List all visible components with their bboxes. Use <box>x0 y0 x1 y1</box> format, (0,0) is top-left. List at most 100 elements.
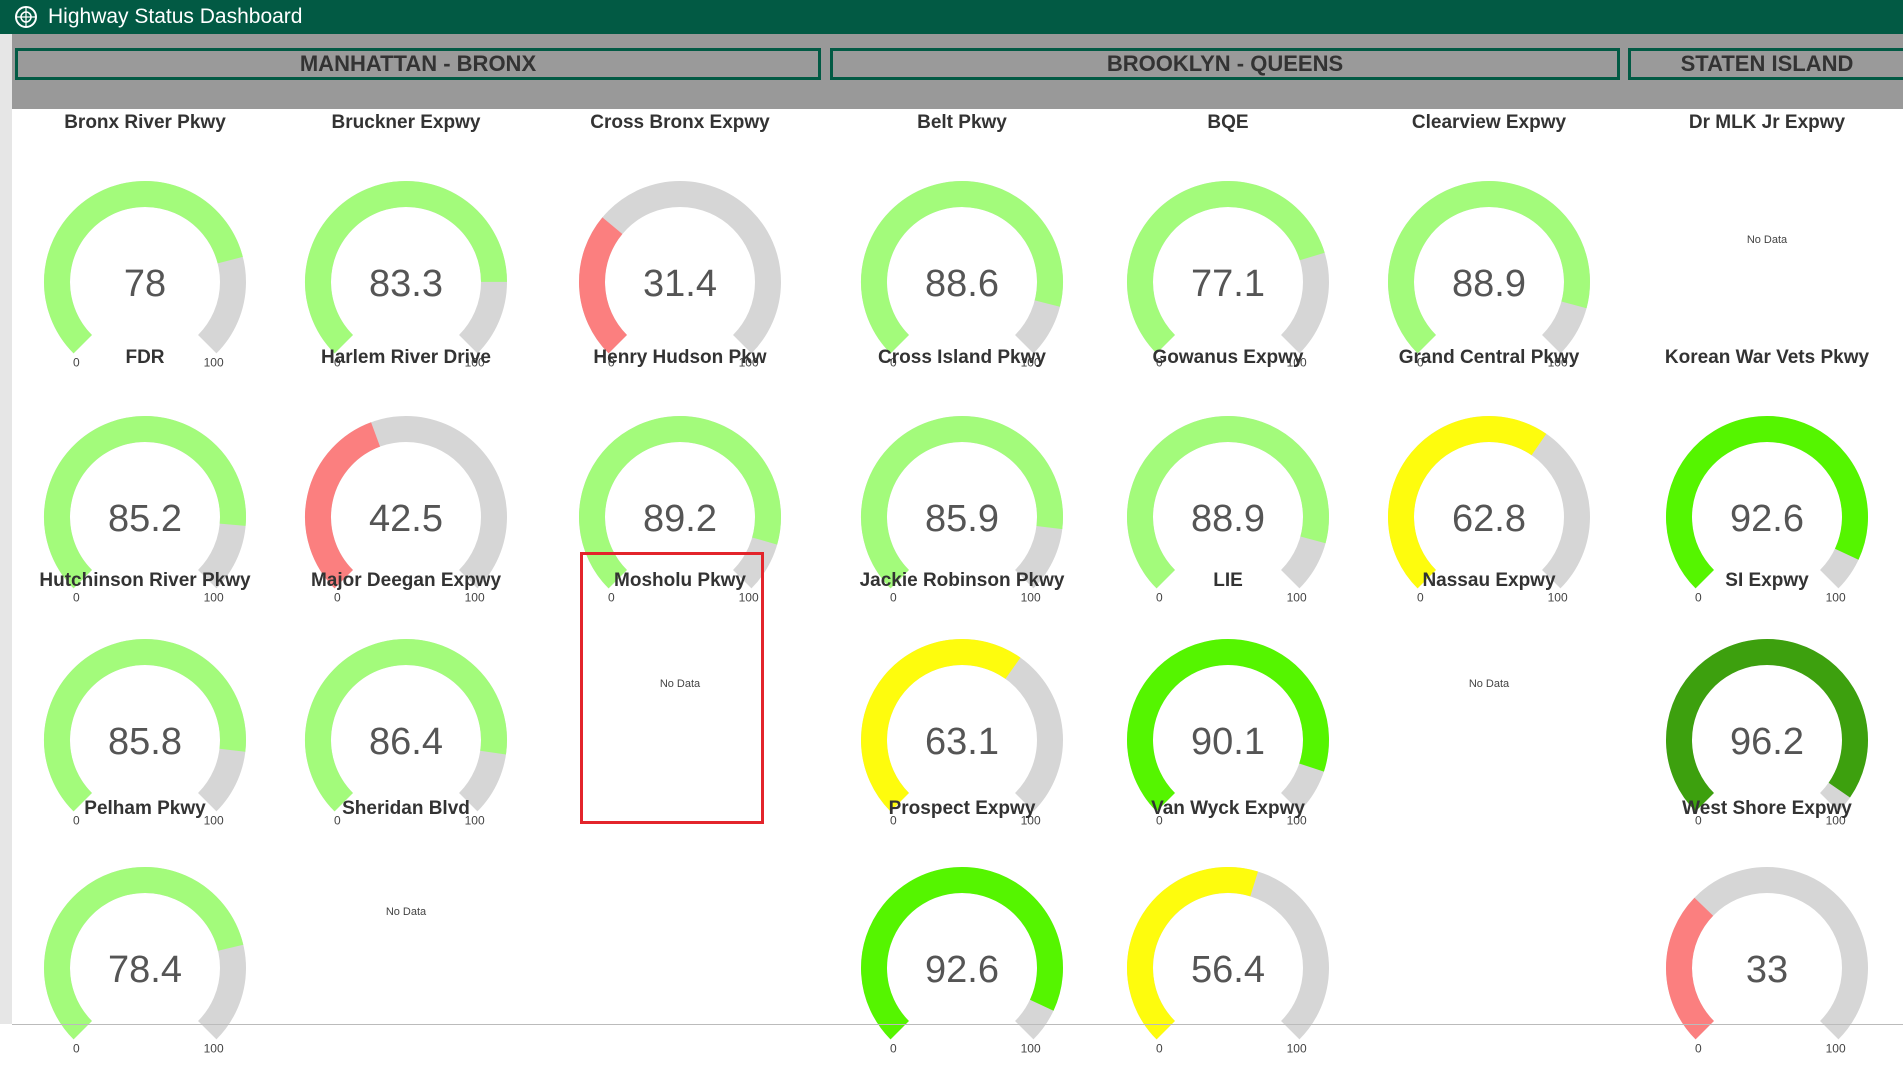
gauge-value: 85.9 <box>925 498 999 540</box>
bottom-divider <box>12 1024 1903 1025</box>
gauge-title: Harlem River Drive <box>320 347 492 368</box>
gauge-mosholu-pkwy[interactable]: Mosholu Pkwy No Data <box>560 552 800 824</box>
gauge-dial: 88.60 100 <box>861 181 1063 370</box>
gauge-value: 56.4 <box>1191 949 1265 991</box>
gauge-value: 42.5 <box>369 498 443 540</box>
gauge-prospect-expwy[interactable]: Prospect Expwy 92.6 0 100 <box>842 798 1082 1056</box>
gauge-title: Henry Hudson Pkw <box>593 347 767 368</box>
gauge-title: Prospect Expwy <box>888 798 1036 819</box>
gauge-max-label: 100 <box>204 1042 224 1056</box>
gauge-value: 33 <box>1746 949 1788 991</box>
gauge-henry-hudson-pkw[interactable]: Henry Hudson Pkw 89.2 0 100 <box>560 347 800 605</box>
gauge-jackie-robinson-pkwy[interactable]: Jackie Robinson Pkwy 63.1 0 100 <box>842 570 1082 828</box>
gauge-bronx-river-pkwy[interactable]: Bronx River Pkwy 78 0 100 <box>25 112 265 370</box>
gauge-value: 88.9 <box>1452 263 1526 305</box>
gauge-sheridan-blvd[interactable]: Sheridan Blvd No Data <box>286 798 526 1018</box>
gauge-dial: 92.6 0 100 <box>861 867 1063 1056</box>
gauge-grid: Bronx River Pkwy 78 0 100 Bruckner Expwy 83.3… <box>12 109 1903 1056</box>
gauge-lie[interactable]: LIE 90.1 0 100 <box>1108 570 1348 828</box>
gauge-max-label: 100 <box>1021 1042 1041 1056</box>
gauge-title: Belt Pkwy <box>917 112 1007 133</box>
gauge-title: Pelham Pkwy <box>84 798 206 819</box>
gauge-title: Grand Central Pkwy <box>1398 347 1580 368</box>
gauge-value: 83.3 <box>369 263 443 305</box>
app-logo-icon <box>15 6 37 28</box>
gauge-min-label: 0 <box>1156 1042 1163 1056</box>
gauge-title: Dr MLK Jr Expwy <box>1688 112 1846 133</box>
gauge-dial: 42.50 100 <box>305 416 507 605</box>
gauge-nassau-expwy[interactable]: Nassau Expwy No Data <box>1369 570 1609 790</box>
gauge-dial: 83.30 100 <box>305 181 507 370</box>
gauge-grand-central-pkwy[interactable]: Grand Central Pkwy 62.8 0 100 <box>1369 347 1609 605</box>
gauge-bruckner-expwy[interactable]: Bruckner Expwy 83.3 0 100 <box>286 112 526 370</box>
gauge-west-shore-expwy[interactable]: West Shore Expwy 33 0 100 <box>1647 798 1887 1056</box>
gauge-clearview-expwy[interactable]: Clearview Expwy 88.9 0 100 <box>1369 112 1609 370</box>
gauge-gowanus-expwy[interactable]: Gowanus Expwy 88.9 0 100 <box>1108 347 1348 605</box>
section-label: MANHATTAN - BRONX <box>299 51 537 76</box>
gauge-si-expwy[interactable]: SI Expwy 96.2 0 100 <box>1647 570 1887 828</box>
gauge-title: Cross Bronx Expwy <box>590 112 770 133</box>
gauge-cross-bronx-expwy[interactable]: Cross Bronx Expwy 31.4 0 100 <box>560 112 800 370</box>
gauge-dial: 62.80 100 <box>1388 416 1590 605</box>
gauge-value: 90.1 <box>1191 721 1265 763</box>
gauge-title: Clearview Expwy <box>1411 112 1567 133</box>
gauge-dr-mlk-jr-expwy[interactable]: Dr MLK Jr Expwy No Data <box>1647 112 1887 332</box>
gauge-value: 85.2 <box>108 498 182 540</box>
gauge-value: 31.4 <box>643 263 717 305</box>
gauge-title: Sheridan Blvd <box>342 798 470 819</box>
gauge-pelham-pkwy[interactable]: Pelham Pkwy 78.4 0 100 <box>25 798 265 1056</box>
gauge-dial: 780 100 <box>44 181 246 370</box>
left-margin <box>0 34 12 1024</box>
title-bar: Highway Status Dashboard <box>0 0 1903 34</box>
gauge-dial: 86.40 100 <box>305 639 507 828</box>
gauge-major-deegan-expwy[interactable]: Major Deegan Expwy 86.4 0 100 <box>286 570 526 828</box>
gauge-value: 85.8 <box>108 721 182 763</box>
gauge-bqe[interactable]: BQE 77.1 0 100 <box>1108 112 1348 370</box>
section-header-brooklyn-queens: BROOKLYN - QUEENS <box>830 48 1620 80</box>
gauge-dial: 88.90 100 <box>1388 181 1590 370</box>
gauge-title: Bronx River Pkwy <box>64 112 226 133</box>
gauge-dial: 88.90 100 <box>1127 416 1329 605</box>
gauge-dial: 33 0 100 <box>1666 867 1868 1056</box>
gauge-max-label: 100 <box>1287 1042 1307 1056</box>
gauge-title: SI Expwy <box>1725 570 1809 591</box>
gauge-fill <box>1666 897 1715 1040</box>
gauge-korean-war-vets-pkwy[interactable]: Korean War Vets Pkwy 92.6 0 100 <box>1647 347 1887 605</box>
gauge-hutchinson-river-pkwy[interactable]: Hutchinson River Pkwy 85.8 0 100 <box>25 570 265 828</box>
section-label: STATEN ISLAND <box>1680 51 1854 76</box>
gauge-value: 92.6 <box>925 949 999 991</box>
gauge-dial: 77.10 100 <box>1127 181 1329 370</box>
gauge-dial: 78.4 0 100 <box>44 867 246 1056</box>
gauge-title: Jackie Robinson Pkwy <box>859 570 1065 591</box>
gauge-value: 89.2 <box>643 498 717 540</box>
gauge-value: 78 <box>124 263 166 305</box>
gauge-title: Van Wyck Expwy <box>1151 798 1305 819</box>
gauge-value: 86.4 <box>369 721 443 763</box>
gauge-harlem-river-drive[interactable]: Harlem River Drive 42.5 0 100 <box>286 347 526 605</box>
gauge-fill <box>579 217 628 354</box>
gauge-belt-pkwy[interactable]: Belt Pkwy 88.6 0 100 <box>842 112 1082 370</box>
gauge-value: 96.2 <box>1730 721 1804 763</box>
section-header-staten-island: STATEN ISLAND <box>1628 48 1903 80</box>
gauge-value: 63.1 <box>925 721 999 763</box>
gauge-value: 77.1 <box>1191 263 1265 305</box>
gauge-dial: 96.20 100 <box>1666 639 1868 828</box>
gauge-dial: 85.80 100 <box>44 639 246 828</box>
gauge-title: Korean War Vets Pkwy <box>1664 347 1870 368</box>
no-data-label: No Data <box>1468 678 1510 690</box>
gauge-title: West Shore Expwy <box>1682 798 1852 819</box>
gauge-van-wyck-expwy[interactable]: Van Wyck Expwy 56.4 0 100 <box>1108 798 1348 1056</box>
gauge-dial: 90.10 100 <box>1127 639 1329 828</box>
gauge-fill <box>305 422 381 589</box>
gauge-dial: 85.20 100 <box>44 416 246 605</box>
gauge-cross-island-pkwy[interactable]: Cross Island Pkwy 85.9 0 100 <box>842 347 1082 605</box>
no-data-label: No Data <box>1746 234 1788 246</box>
gauge-title: BQE <box>1207 112 1249 133</box>
gauge-value: 88.6 <box>925 263 999 305</box>
gauge-title: Hutchinson River Pkwy <box>39 570 251 591</box>
gauge-fdr[interactable]: FDR 85.2 0 100 <box>25 347 265 605</box>
gauge-min-label: 0 <box>890 1042 897 1056</box>
gauge-title: Gowanus Expwy <box>1152 347 1304 368</box>
gauge-min-label: 0 <box>1695 1042 1702 1056</box>
gauge-title: Bruckner Expwy <box>331 112 481 133</box>
